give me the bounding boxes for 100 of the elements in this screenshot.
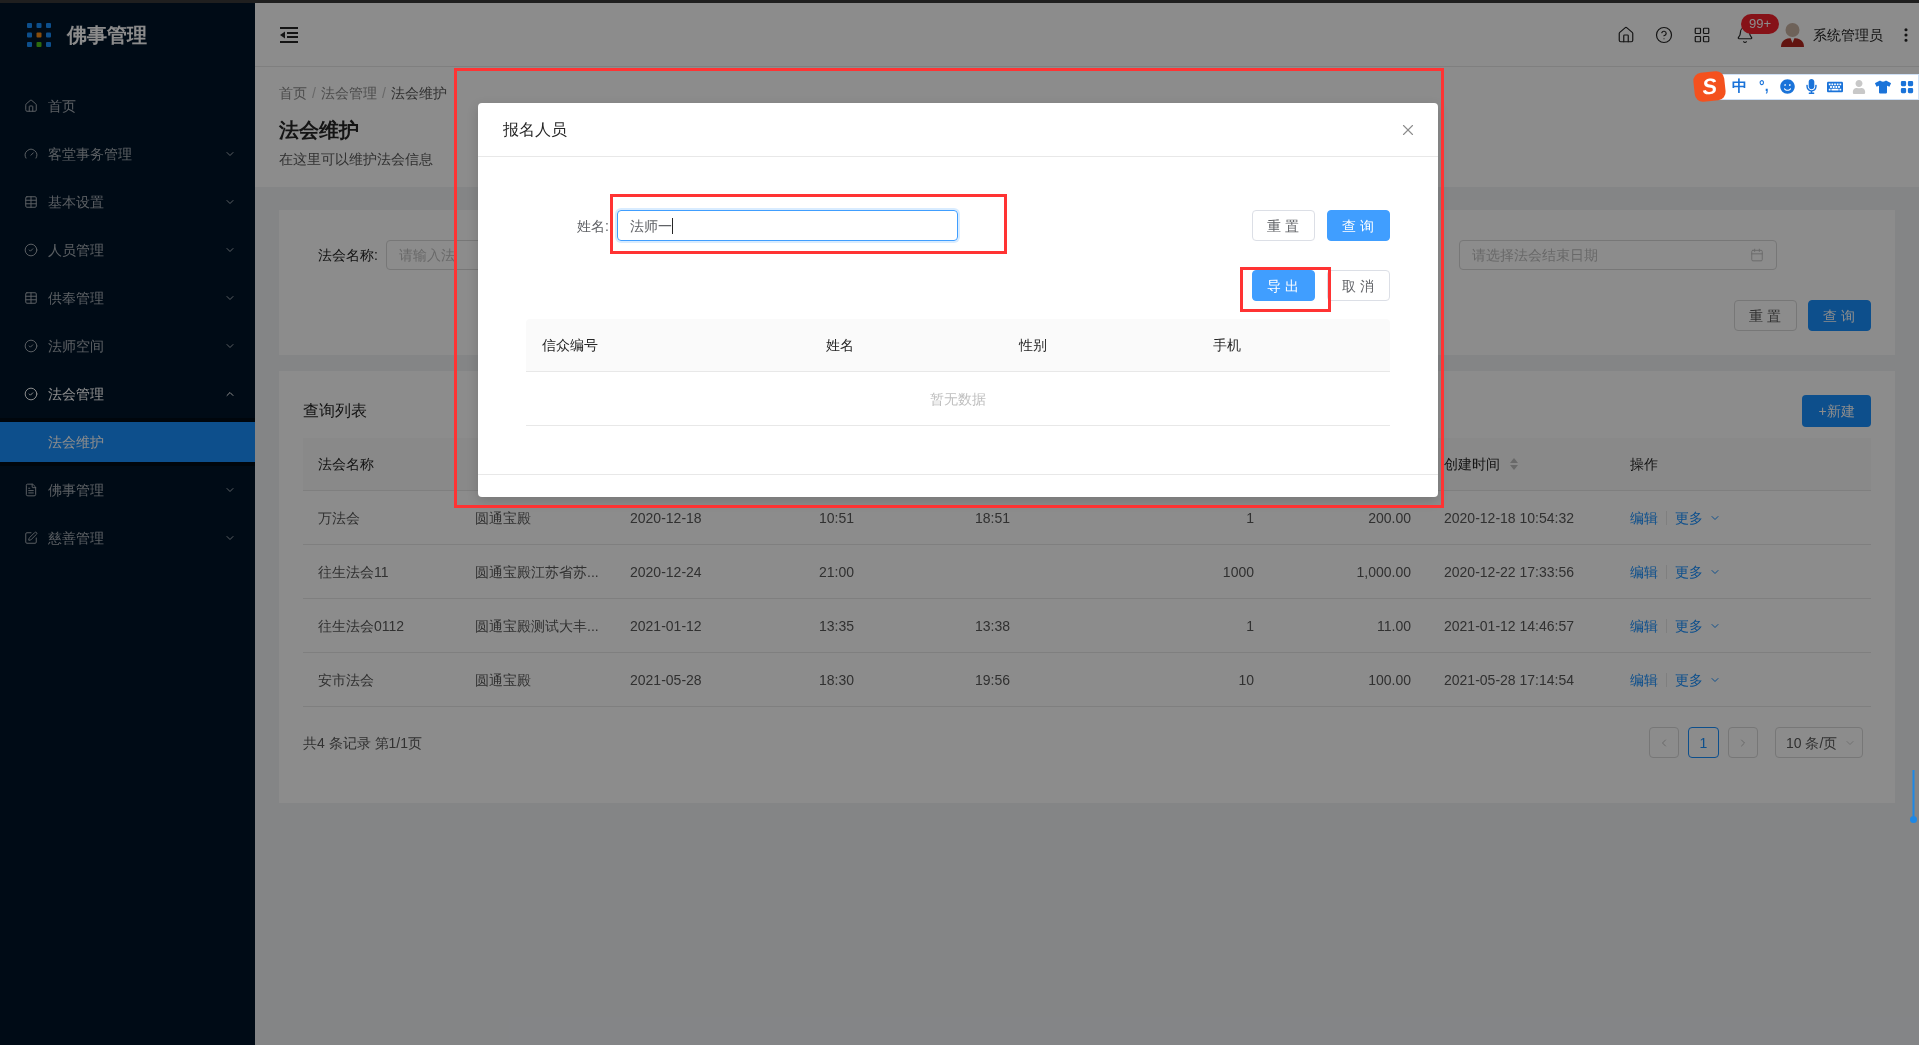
- calendar-icon: [1750, 248, 1764, 262]
- app-title: 佛事管理: [67, 23, 147, 48]
- primary-button[interactable]: 查询: [1327, 210, 1390, 241]
- column-header: 法会名称: [318, 455, 374, 474]
- home-icon[interactable]: [1617, 25, 1635, 44]
- sidebar-item[interactable]: 基本设置: [0, 178, 255, 226]
- page-button[interactable]: 1: [1688, 727, 1719, 758]
- breadcrumb-current: 法会维护: [390, 84, 447, 103]
- microphone-icon[interactable]: [1804, 79, 1820, 94]
- dropdown-link[interactable]: 更多: [1675, 561, 1721, 582]
- table-cell: 2021-05-28: [630, 671, 702, 688]
- breadcrumb-separator: /: [312, 84, 316, 103]
- table-cell: 安市法会: [318, 671, 374, 688]
- edit-icon: [24, 531, 38, 545]
- ime-mode-toggle[interactable]: 中: [1729, 75, 1751, 98]
- empty-text: 暂无数据: [930, 389, 986, 409]
- sidebar-subitem[interactable]: 法会维护: [0, 422, 255, 462]
- column-header: 性别: [1019, 337, 1047, 353]
- field-label: 法会名称:: [318, 246, 378, 265]
- action-link[interactable]: 编辑: [1630, 669, 1658, 690]
- user-name[interactable]: 系统管理员: [1813, 24, 1883, 45]
- sidebar-item[interactable]: 首页: [0, 82, 255, 130]
- slider-handle-icon[interactable]: [1910, 770, 1917, 823]
- field-label: 姓名:: [576, 216, 609, 236]
- check-circle-icon: [24, 339, 38, 353]
- new-button[interactable]: +新建: [1802, 395, 1871, 427]
- document-icon: [24, 483, 38, 497]
- modal-title: 报名人员: [503, 119, 567, 140]
- table-cell: 圆通宝殿: [475, 671, 531, 688]
- logo-icon: [27, 23, 51, 47]
- home-icon: [24, 99, 38, 113]
- table-cell: 200.00: [1368, 509, 1411, 526]
- avatar-icon[interactable]: [1780, 22, 1805, 47]
- collapse-menu-icon[interactable]: [280, 26, 298, 43]
- check-circle-icon: [24, 387, 38, 401]
- sidebar-item[interactable]: 供奉管理: [0, 274, 255, 322]
- page-size-select[interactable]: 10 条/页: [1775, 727, 1863, 758]
- text-caret: [672, 217, 673, 234]
- table-cell: 2021-01-12 14:46:57: [1444, 617, 1574, 634]
- breadcrumb-link[interactable]: 首页: [279, 83, 307, 103]
- table-cell: 10: [1238, 671, 1254, 688]
- name-input[interactable]: 法师一: [617, 210, 958, 241]
- table-cell: 往生法会11: [318, 563, 389, 580]
- notification-badge: 99+: [1741, 13, 1780, 34]
- list-title: 查询列表: [303, 401, 367, 421]
- table-cell: 往生法会0112: [318, 617, 405, 634]
- smiley-icon[interactable]: [1780, 79, 1796, 94]
- sidebar-item[interactable]: 法会管理: [0, 370, 255, 418]
- dropdown-link[interactable]: 更多: [1675, 615, 1721, 636]
- table-cell: 2021-01-12: [630, 617, 702, 634]
- table-cell: 万法会: [318, 509, 360, 526]
- table-cell: 19:56: [975, 671, 1011, 688]
- page-description: 在这里可以维护法会信息: [279, 150, 433, 169]
- table-cell: 11.00: [1377, 617, 1411, 634]
- page-title: 法会维护: [279, 118, 359, 143]
- table-icon: [24, 291, 38, 305]
- sidebar-item[interactable]: 客堂事务管理: [0, 130, 255, 178]
- table-cell: 2020-12-18: [630, 509, 702, 526]
- action-link[interactable]: 编辑: [1630, 507, 1658, 528]
- column-header: 手机: [1213, 337, 1241, 353]
- grid-icon[interactable]: [1900, 79, 1915, 94]
- table-cell: 13:35: [819, 617, 855, 634]
- column-header: 信众编号: [542, 337, 598, 353]
- default-button[interactable]: 重置: [1252, 210, 1315, 241]
- table-cell: 1: [1246, 617, 1254, 634]
- dropdown-link[interactable]: 更多: [1675, 507, 1721, 528]
- table-cell: 21:00: [819, 563, 855, 580]
- punctuation-toggle[interactable]: °,: [1752, 76, 1775, 97]
- column-header: 姓名: [826, 337, 854, 353]
- table-cell: 1,000.00: [1356, 563, 1411, 580]
- action-link[interactable]: 编辑: [1630, 615, 1658, 636]
- table-cell: 13:38: [975, 617, 1011, 634]
- breadcrumb-separator: /: [381, 84, 386, 103]
- table-cell: 1000: [1222, 563, 1254, 580]
- table-cell: 圆通宝殿江苏省苏...: [475, 563, 599, 580]
- action-link[interactable]: 编辑: [1630, 561, 1658, 582]
- sidebar-item[interactable]: 慈善管理: [0, 514, 255, 562]
- default-button[interactable]: 取消: [1327, 270, 1390, 301]
- grid-icon[interactable]: [1693, 25, 1711, 44]
- column-header: 操作: [1630, 455, 1658, 474]
- sidebar-item[interactable]: 法师空间: [0, 322, 255, 370]
- check-circle-icon: [24, 243, 38, 257]
- shirt-icon[interactable]: [1875, 78, 1892, 95]
- column-header: 创建时间: [1444, 455, 1500, 474]
- table-cell: 1: [1246, 509, 1254, 526]
- table-cell: 18:30: [819, 671, 855, 688]
- table-cell: 圆通宝殿: [475, 509, 531, 526]
- breadcrumb-link[interactable]: 法会管理: [320, 83, 377, 103]
- table-cell: 18:51: [975, 509, 1011, 526]
- table-cell: 圆通宝殿测试大丰...: [475, 617, 599, 634]
- dropdown-link[interactable]: 更多: [1675, 669, 1721, 690]
- table-cell: 2021-05-28 17:14:54: [1444, 671, 1574, 688]
- reset-button[interactable]: 重置: [1734, 300, 1797, 331]
- sidebar-item[interactable]: 佛事管理: [0, 466, 255, 514]
- gauge-icon: [24, 147, 38, 161]
- sidebar-item[interactable]: 人员管理: [0, 226, 255, 274]
- primary-button[interactable]: 导出: [1252, 270, 1315, 301]
- search-button[interactable]: 查询: [1808, 300, 1871, 331]
- help-icon[interactable]: [1655, 25, 1673, 44]
- table-cell: 100.00: [1368, 671, 1411, 688]
